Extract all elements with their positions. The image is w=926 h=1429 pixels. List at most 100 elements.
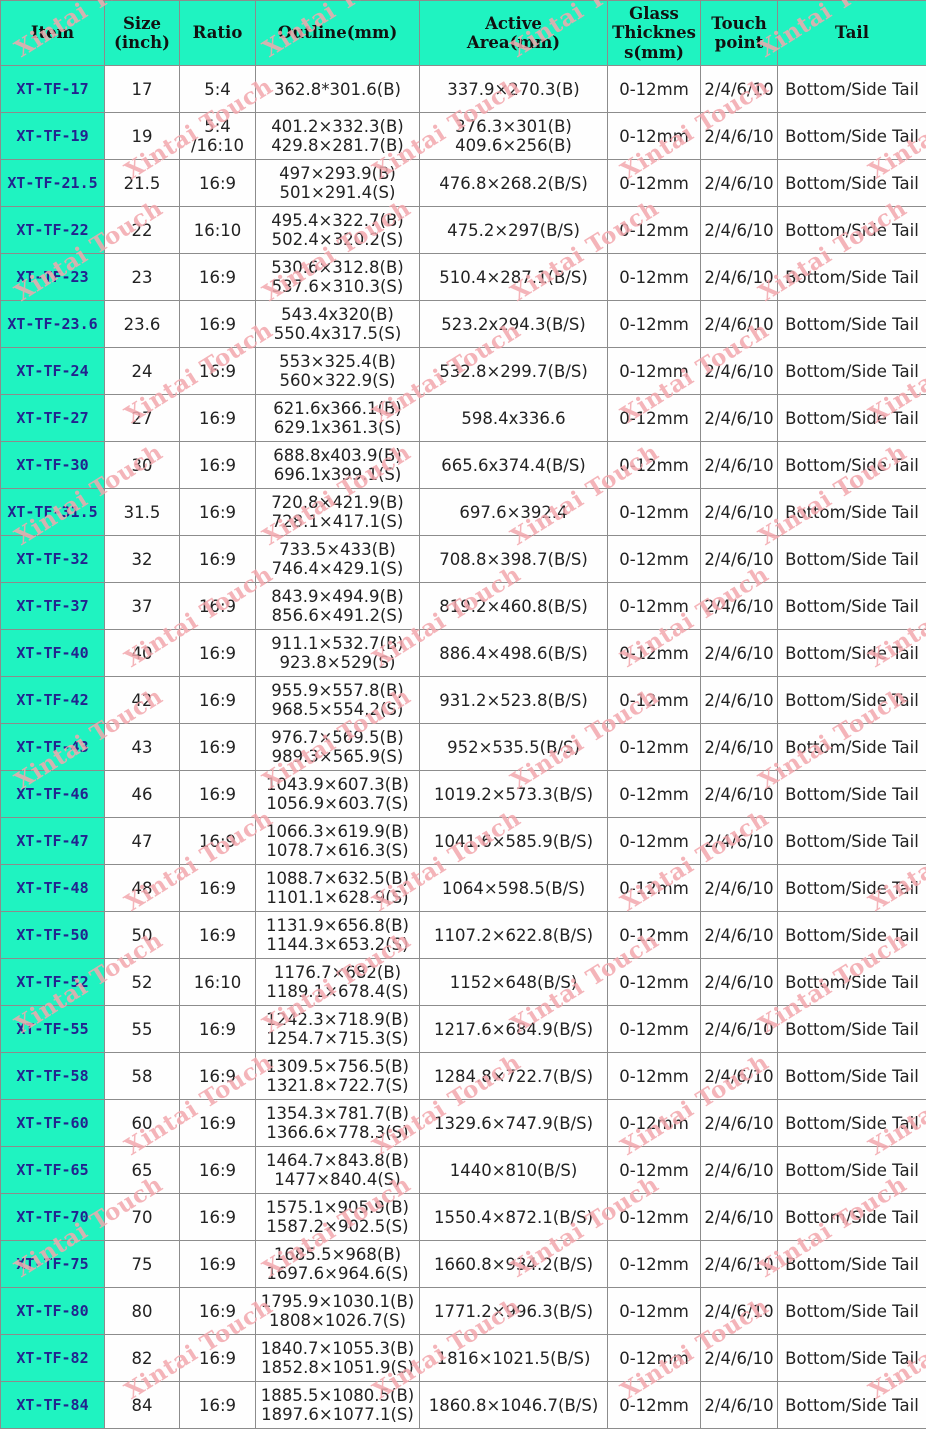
- cell-tail: Bottom/Side Tail: [778, 348, 926, 395]
- cell-outline-line1: 1685.5×968(B): [258, 1245, 417, 1264]
- cell-outline: 1043.9×607.3(B)1056.9×603.7(S): [256, 771, 420, 818]
- header-row: Item Size (inch) Ratio Outline(mm) Activ…: [1, 1, 926, 66]
- cell-size: 58: [105, 1053, 180, 1100]
- cell-outline-line1: 843.9×494.9(B): [258, 587, 417, 606]
- cell-item: XT-TF-82: [1, 1335, 105, 1382]
- cell-outline-line1: 497×293.9(B): [258, 164, 417, 183]
- cell-outline-line2: 1366.6×778.3(S): [258, 1123, 417, 1142]
- cell-ratio: 16:9: [180, 865, 256, 912]
- cell-item: XT-TF-19: [1, 113, 105, 160]
- cell-ratio: 16:9: [180, 724, 256, 771]
- cell-touch-point: 2/4/6/10: [701, 677, 778, 724]
- cell-outline: 843.9×494.9(B)856.6×491.2(S): [256, 583, 420, 630]
- cell-ratio: 16:9: [180, 630, 256, 677]
- cell-outline-line2: 1852.8×1051.9(S): [258, 1358, 417, 1377]
- cell-outline-line2: 1697.6×964.6(S): [258, 1264, 417, 1283]
- cell-glass-thickness: 0-12mm: [608, 1100, 701, 1147]
- cell-size: 80: [105, 1288, 180, 1335]
- cell-outline: 1131.9×656.8(B)1144.3×653.2(S): [256, 912, 420, 959]
- cell-outline-line1: 720.8×421.9(B): [258, 493, 417, 512]
- cell-size: 21.5: [105, 160, 180, 207]
- cell-glass-thickness: 0-12mm: [608, 160, 701, 207]
- cell-glass-thickness: 0-12mm: [608, 1335, 701, 1382]
- cell-active-area: 1041.6×585.9(B/S): [420, 818, 608, 865]
- cell-outline: 530.6×312.8(B)537.6×310.3(S): [256, 254, 420, 301]
- cell-outline-line2: 550.4x317.5(S): [258, 324, 417, 343]
- cell-outline: 911.1×532.7(B)923.8×529(S): [256, 630, 420, 677]
- table-row: XT-TF-222216:10495.4×322.7(B)502.4×320.2…: [1, 207, 926, 254]
- cell-size: 32: [105, 536, 180, 583]
- cell-tail: Bottom/Side Tail: [778, 536, 926, 583]
- table-row: XT-TF-505016:91131.9×656.8(B)1144.3×653.…: [1, 912, 926, 959]
- cell-ratio: 16:9: [180, 301, 256, 348]
- cell-active-area: 376.3×301(B)409.6×256(B): [420, 113, 608, 160]
- cell-size: 23.6: [105, 301, 180, 348]
- cell-outline: 553×325.4(B)560×322.9(S): [256, 348, 420, 395]
- table-row: XT-TF-31.531.516:9720.8×421.9(B)728.1×41…: [1, 489, 926, 536]
- cell-size: 82: [105, 1335, 180, 1382]
- cell-active-area: 523.2x294.3(B/S): [420, 301, 608, 348]
- cell-size: 75: [105, 1241, 180, 1288]
- cell-touch-point: 2/4/6/10: [701, 254, 778, 301]
- cell-ratio: 16:9: [180, 395, 256, 442]
- cell-active-area: 1816×1021.5(B/S): [420, 1335, 608, 1382]
- cell-glass-thickness: 0-12mm: [608, 1241, 701, 1288]
- cell-tail: Bottom/Side Tail: [778, 395, 926, 442]
- cell-outline-line1: 543.4x320(B): [258, 305, 417, 324]
- cell-touch-point: 2/4/6/10: [701, 536, 778, 583]
- cell-outline-line2: 501×291.4(S): [258, 183, 417, 202]
- cell-outline-line2: 629.1x361.3(S): [258, 418, 417, 437]
- column-header-glass-thickness-line3: s(mm): [610, 43, 698, 62]
- cell-outline-line2: 989.3×565.9(S): [258, 747, 417, 766]
- cell-outline-line2: 696.1x399.1(S): [258, 465, 417, 484]
- cell-active-area: 1660.8×934.2(B/S): [420, 1241, 608, 1288]
- cell-touch-point: 2/4/6/10: [701, 724, 778, 771]
- cell-touch-point: 2/4/6/10: [701, 113, 778, 160]
- table-row: XT-TF-656516:91464.7×843.8(B)1477×840.4(…: [1, 1147, 926, 1194]
- cell-outline-line1: 1795.9×1030.1(B): [258, 1292, 417, 1311]
- cell-glass-thickness: 0-12mm: [608, 1194, 701, 1241]
- cell-size: 30: [105, 442, 180, 489]
- cell-size: 37: [105, 583, 180, 630]
- cell-outline-line2: 856.6×491.2(S): [258, 606, 417, 625]
- table-body: XT-TF-17175:4362.8*301.6(B)337.9×270.3(B…: [1, 66, 926, 1429]
- cell-glass-thickness: 0-12mm: [608, 1006, 701, 1053]
- table-row: XT-TF-242416:9553×325.4(B)560×322.9(S)53…: [1, 348, 926, 395]
- cell-tail: Bottom/Side Tail: [778, 160, 926, 207]
- cell-glass-thickness: 0-12mm: [608, 348, 701, 395]
- cell-ratio: 16:10: [180, 959, 256, 1006]
- cell-outline: 1066.3×619.9(B)1078.7×616.3(S): [256, 818, 420, 865]
- column-header-outline: Outline(mm): [256, 1, 420, 66]
- cell-outline-line1: 401.2×332.3(B): [258, 117, 417, 136]
- cell-tail: Bottom/Side Tail: [778, 583, 926, 630]
- cell-item: XT-TF-47: [1, 818, 105, 865]
- cell-ratio: 16:9: [180, 348, 256, 395]
- cell-size: 43: [105, 724, 180, 771]
- cell-size: 42: [105, 677, 180, 724]
- cell-active-area: 886.4×498.6(B/S): [420, 630, 608, 677]
- cell-outline-line1: 530.6×312.8(B): [258, 258, 417, 277]
- table-row: XT-TF-707016:91575.1×905.9(B)1587.2×902.…: [1, 1194, 926, 1241]
- cell-size: 40: [105, 630, 180, 677]
- cell-outline: 543.4x320(B)550.4x317.5(S): [256, 301, 420, 348]
- cell-outline-line1: 1885.5×1080.5(B): [258, 1386, 417, 1405]
- cell-outline-line1: 1088.7×632.5(B): [258, 869, 417, 888]
- cell-item: XT-TF-40: [1, 630, 105, 677]
- column-header-glass-thickness: Glass Thicknes s(mm): [608, 1, 701, 66]
- cell-item: XT-TF-30: [1, 442, 105, 489]
- cell-glass-thickness: 0-12mm: [608, 442, 701, 489]
- cell-outline-line1: 733.5×433(B): [258, 540, 417, 559]
- cell-tail: Bottom/Side Tail: [778, 207, 926, 254]
- table-row: XT-TF-606016:91354.3×781.7(B)1366.6×778.…: [1, 1100, 926, 1147]
- column-header-glass-thickness-line2: Thicknes: [610, 23, 698, 42]
- cell-touch-point: 2/4/6/10: [701, 1335, 778, 1382]
- cell-touch-point: 2/4/6/10: [701, 348, 778, 395]
- column-header-size-line1: Size: [107, 14, 177, 33]
- cell-outline: 1685.5×968(B)1697.6×964.6(S): [256, 1241, 420, 1288]
- cell-active-area: 1771.2×996.3(B/S): [420, 1288, 608, 1335]
- cell-active-area: 337.9×270.3(B): [420, 66, 608, 113]
- cell-size: 65: [105, 1147, 180, 1194]
- table-row: XT-TF-424216:9955.9×557.8(B)968.5×554.2(…: [1, 677, 926, 724]
- cell-tail: Bottom/Side Tail: [778, 113, 926, 160]
- cell-tail: Bottom/Side Tail: [778, 442, 926, 489]
